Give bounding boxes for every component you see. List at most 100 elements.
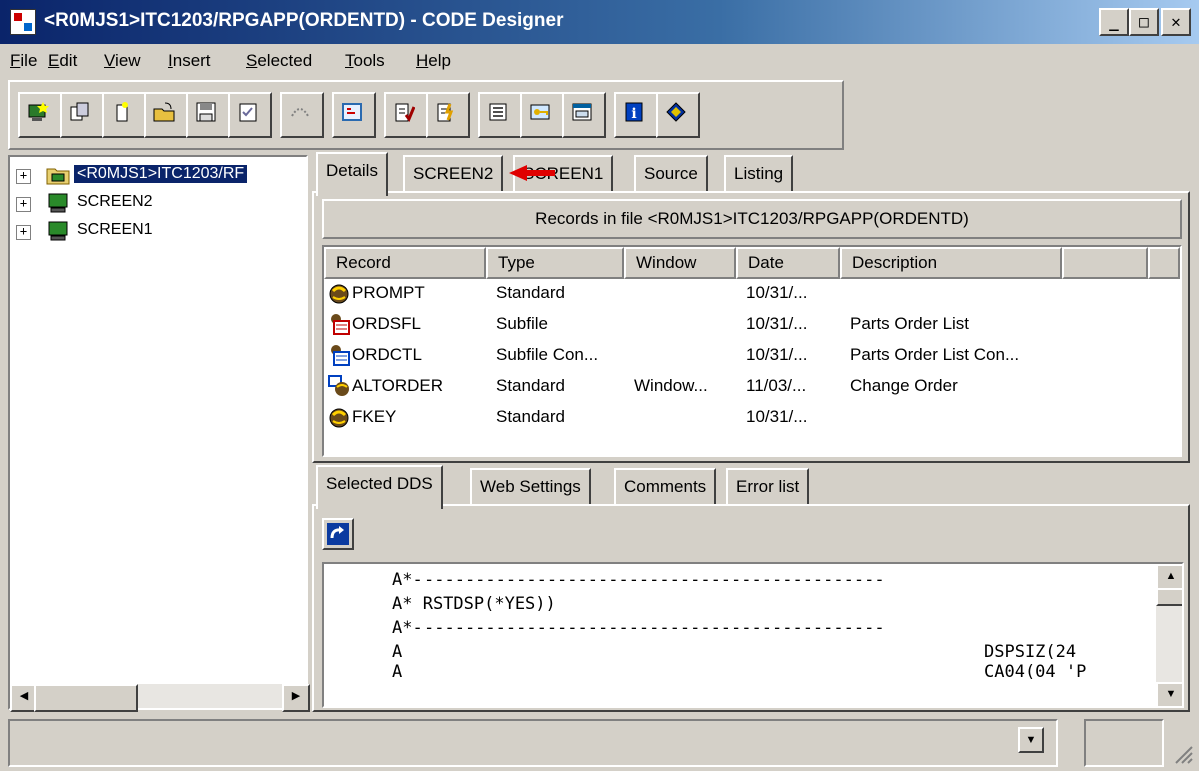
status-message-pane [8,719,1058,767]
column-end [1148,247,1180,279]
tab-listing[interactable]: Listing [724,155,794,193]
cell-description: Change Order [850,376,958,395]
dds-line-keyword: DSPSIZ(24 [984,642,1077,662]
title-bar: <R0MJS1>ITC1203/RPGAPP(ORDENTD) - CODE D… [0,0,1199,44]
keys-button[interactable] [520,92,564,138]
cell-record: ORDSFL [352,314,421,333]
tag-icon [666,102,686,122]
dds-panel: A*- ------------------------------------… [312,504,1190,712]
copy-record-button[interactable] [60,92,104,138]
verify-all-icon [437,103,454,122]
save-button[interactable] [186,92,230,138]
table-row[interactable]: ALTORDER Standard Window... 11/03/... Ch… [324,372,1180,403]
cell-record: ALTORDER [352,376,444,395]
record-tabs-area: Details SCREEN2 SCREEN1 Source Listing R… [312,152,1190,463]
cell-type: Subfile [496,314,548,333]
status-dropdown-button[interactable]: ▼ [1018,727,1044,753]
app-icon[interactable] [10,9,36,35]
minimize-button[interactable]: _ [1099,8,1129,36]
status-bar: ▼ [0,715,1199,771]
cell-description: Parts Order List Con... [850,345,1020,364]
resize-grip-icon[interactable] [1170,741,1194,765]
records-header: Records in file <R0MJS1>ITC1203/RPGAPP(O… [322,199,1182,239]
tree-horizontal-scrollbar[interactable]: ◀ ▶ [10,684,310,712]
keys-icon [530,104,550,120]
tab-details[interactable]: Details [316,152,388,196]
expand-toggle[interactable]: + [16,197,31,212]
properties-icon [489,103,507,121]
records-table[interactable]: Record Type Window Date Description PROM… [322,245,1182,457]
table-row[interactable]: FKEY Standard 10/31/... [324,403,1180,434]
new-file-icon [116,102,128,122]
tab-selected-dds[interactable]: Selected DDS [316,465,443,509]
expand-toggle[interactable]: + [16,169,31,184]
connect-button[interactable] [280,92,324,138]
column-date[interactable]: Date [736,247,840,279]
column-description[interactable]: Description [840,247,1062,279]
dds-line-keyword: CA04(04 'P [984,662,1087,682]
cell-description: Parts Order List [850,314,970,333]
cell-date: 10/31/... [746,314,808,333]
tab-error-list[interactable]: Error list [726,468,810,506]
info-icon: i [625,102,643,122]
screen-layout-icon [342,103,362,121]
properties-button[interactable] [478,92,522,138]
verify-button[interactable] [384,92,428,138]
red-pointer-arrow [509,165,555,181]
column-blank [1062,247,1148,279]
preview-button[interactable] [562,92,606,138]
close-button[interactable]: ✕ [1161,8,1191,36]
open-button[interactable] [144,92,188,138]
menu-insert[interactable]: Insert [168,51,211,71]
dds-source-view[interactable]: A*- ------------------------------------… [322,562,1184,708]
dds-vertical-scrollbar[interactable]: ▲ ▼ [1156,564,1182,706]
cell-type: Standard [496,376,565,395]
dds-line: A [392,642,403,662]
new-record-icon [28,102,49,121]
menu-file[interactable]: File [10,51,37,71]
tab-comments[interactable]: Comments [614,468,717,506]
screen-layout-button[interactable] [332,92,376,138]
menu-view[interactable]: View [104,51,141,71]
column-record[interactable]: Record [324,247,486,279]
verify-icon [395,103,415,122]
display-file-icon [46,168,70,185]
column-window[interactable]: Window [624,247,736,279]
menu-bar: File Edit View Insert Selected Tools Hel… [0,44,1199,78]
tab-source[interactable]: Source [634,155,708,193]
expand-toggle[interactable]: + [16,225,31,240]
table-row[interactable]: ORDSFL Subfile 10/31/... Parts Order Lis… [324,310,1180,341]
new-file-button[interactable] [102,92,146,138]
table-row[interactable]: ORDCTL Subfile Con... 10/31/... Parts Or… [324,341,1180,372]
scroll-right-button[interactable]: ▶ [282,684,310,712]
menu-tools[interactable]: Tools [345,51,385,71]
tab-web-settings[interactable]: Web Settings [470,468,591,506]
menu-selected[interactable]: Selected [246,51,312,71]
scroll-down-button[interactable]: ▼ [1156,682,1182,706]
info-button[interactable]: i [614,92,658,138]
file-tree[interactable]: + <R0MJS1>ITC1203/RF + SCREEN2 + SCREEN1… [8,155,310,712]
dds-line: A*- [392,570,423,590]
tag-button[interactable] [656,92,700,138]
menu-edit[interactable]: Edit [48,51,77,71]
subfile-control-icon [331,345,350,366]
checklist-button[interactable] [228,92,272,138]
maximize-button[interactable]: □ [1129,8,1159,36]
table-row[interactable]: PROMPT Standard 10/31/... [324,279,1180,310]
verify-all-button[interactable] [426,92,470,138]
cell-record: FKEY [352,407,397,426]
new-record-button[interactable] [18,92,62,138]
column-type[interactable]: Type [486,247,624,279]
subfile-record-icon [331,314,350,335]
scroll-thumb[interactable] [1156,588,1182,606]
tab-screen2[interactable]: SCREEN2 [403,155,504,193]
save-icon [196,102,216,122]
refresh-button[interactable] [322,518,354,550]
standard-record-icon [329,408,349,428]
cell-type: Standard [496,407,565,426]
connect-icon [291,108,309,117]
scroll-thumb[interactable] [34,684,138,712]
menu-help[interactable]: Help [416,51,451,71]
window-title: <R0MJS1>ITC1203/RPGAPP(ORDENTD) - CODE D… [44,10,564,31]
copy-record-icon [70,102,89,121]
